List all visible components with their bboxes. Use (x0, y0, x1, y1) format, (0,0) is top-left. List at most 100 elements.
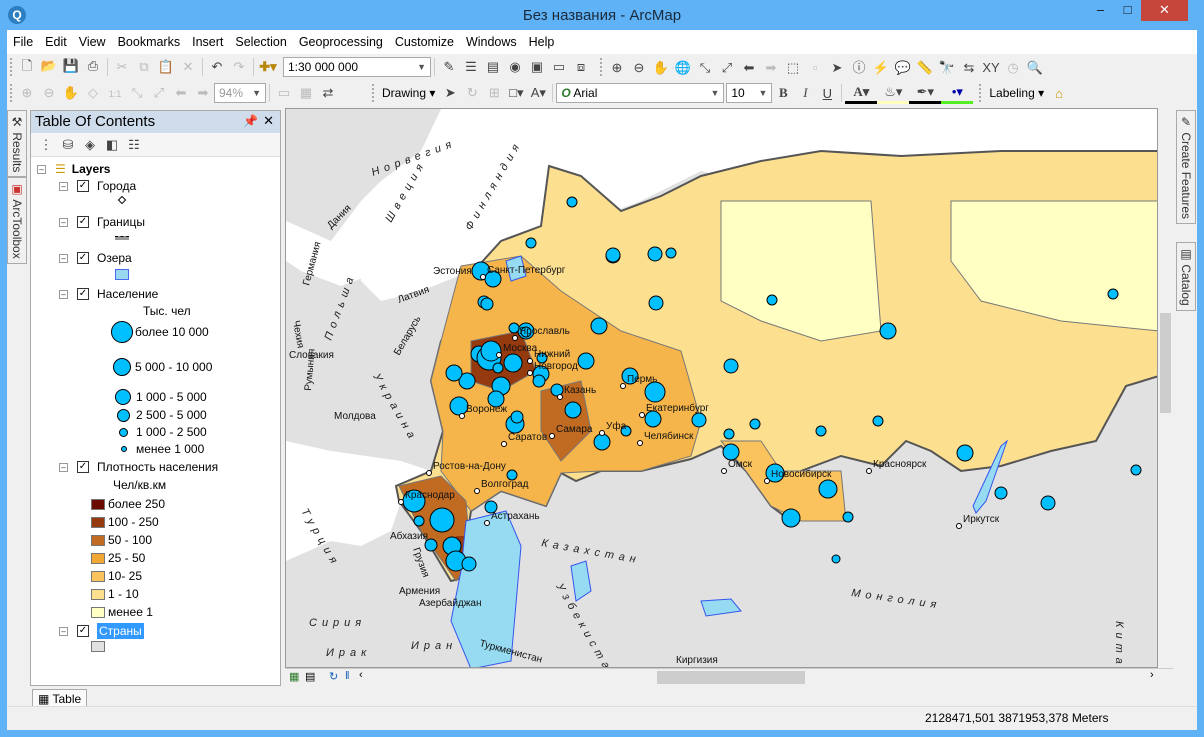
rectangle-icon[interactable]: □▾ (505, 82, 527, 104)
menu-file[interactable]: File (7, 30, 39, 49)
menu-insert[interactable]: Insert (186, 30, 229, 49)
labeling-menu[interactable]: Labeling ▾ (985, 86, 1048, 100)
layer-naselenie[interactable]: – ✓ Население (59, 287, 158, 301)
list-by-visibility-icon[interactable]: ◈ (79, 134, 101, 156)
menu-windows[interactable]: Windows (460, 30, 523, 49)
map-scale-combo[interactable]: 1:30 000 000 ▼ (283, 57, 431, 77)
font-size-combo[interactable]: 10 ▼ (726, 83, 773, 103)
layer-plotnost[interactable]: – ✓ Плотность населения (59, 460, 218, 474)
identify-icon[interactable]: ⓘ (848, 55, 870, 77)
layer-checkbox[interactable]: ✓ (77, 461, 89, 473)
scroll-left-icon[interactable]: ‹ (359, 669, 363, 681)
font-combo[interactable]: O Arial ▼ (556, 83, 725, 103)
layout-fixed-zoom-out-icon[interactable]: ⤢ (148, 82, 170, 104)
layer-checkbox[interactable]: ✓ (77, 216, 89, 228)
menu-customize[interactable]: Customize (389, 30, 460, 49)
zoom-100-icon[interactable]: 1:1 (104, 83, 126, 105)
italic-button[interactable]: I (794, 82, 816, 104)
options-icon[interactable]: ☷ (123, 134, 145, 156)
line-color-button[interactable]: ✒▾ (909, 82, 942, 104)
map-canvas[interactable]: Санкт-Петербург Ярославль МоскваНижнийНовг… (286, 109, 1158, 668)
layer-strany[interactable]: – ✓ Страны (59, 623, 144, 639)
layout-fixed-zoom-in-icon[interactable]: ⤡ (126, 82, 148, 104)
underline-button[interactable]: U (816, 82, 838, 104)
menu-selection[interactable]: Selection (229, 30, 292, 49)
layout-zoom-out-icon[interactable]: ⊖ (38, 82, 60, 104)
zoom-in-icon[interactable]: ⊕ (606, 57, 628, 79)
text-icon[interactable]: A▾ (527, 82, 549, 104)
bold-button[interactable]: B (772, 82, 794, 104)
list-by-drawing-order-icon[interactable]: ⋮ (35, 134, 57, 156)
magnifier-window-icon[interactable]: 🔍 (1024, 57, 1046, 79)
minimize-icon[interactable]: – (1087, 0, 1114, 21)
layer-checkbox[interactable]: ✓ (77, 625, 89, 637)
pin-icon[interactable]: 📌 (243, 114, 258, 128)
arctoolbox-icon[interactable]: ▣ (526, 56, 548, 78)
back-extent-icon[interactable]: ⬅ (738, 57, 760, 79)
html-popup-icon[interactable]: 💬 (892, 57, 914, 79)
label-manager-icon[interactable]: ⌂ (1048, 82, 1070, 104)
pause-drawing-icon[interactable]: ‖ (345, 670, 350, 682)
clear-selection-icon[interactable]: ▫ (804, 56, 826, 78)
layout-zoom-in-icon[interactable]: ⊕ (16, 82, 38, 104)
layout-forward-icon[interactable]: ➡ (192, 82, 214, 104)
arctoolbox-tab[interactable]: ▣ ArcToolbox (7, 177, 27, 265)
go-to-xy-icon[interactable]: XY (980, 56, 1002, 78)
fixed-zoom-out-icon[interactable]: ⤢ (716, 57, 738, 79)
select-features-icon[interactable]: ⬚ (782, 57, 804, 79)
layer-granitsy[interactable]: – ✓ Границы (59, 215, 145, 229)
scroll-right-icon[interactable]: › (1150, 669, 1154, 681)
maximize-icon[interactable]: □ (1114, 0, 1141, 21)
focus-data-frame-icon[interactable]: ▦ (295, 82, 317, 104)
python-icon[interactable]: ▭ (548, 56, 570, 78)
catalog-tab[interactable]: ▤ Catalog (1176, 242, 1196, 311)
delete-icon[interactable]: ✕ (177, 56, 199, 78)
zoom-to-selected-elements-icon[interactable]: ⊞ (483, 82, 505, 104)
print-icon[interactable]: ⎙ (82, 55, 104, 77)
fixed-zoom-in-icon[interactable]: ⤡ (694, 57, 716, 79)
full-extent-icon[interactable]: 🌐 (672, 57, 694, 79)
results-tab[interactable]: ⚒ Results (7, 110, 27, 178)
menu-bookmarks[interactable]: Bookmarks (112, 30, 187, 49)
menu-help[interactable]: Help (523, 30, 561, 49)
save-icon[interactable]: 💾 (60, 55, 82, 77)
paste-icon[interactable]: 📋 (155, 56, 177, 78)
refresh-icon[interactable]: ↻ (329, 670, 338, 683)
menu-geoprocessing[interactable]: Geoprocessing (293, 30, 389, 49)
forward-extent-icon[interactable]: ➡ (760, 57, 782, 79)
copy-icon[interactable]: ⧉ (133, 56, 155, 78)
marker-color-button[interactable]: •▾ (941, 82, 974, 104)
scroll-thumb[interactable] (1160, 313, 1171, 413)
hyperlink-icon[interactable]: ⚡ (870, 57, 892, 79)
data-view-icon[interactable]: ▦ (289, 670, 299, 683)
change-layout-icon[interactable]: ⇄ (317, 82, 339, 104)
rotate-icon[interactable]: ↻ (461, 82, 483, 104)
toggle-draft-mode-icon[interactable]: ▭ (273, 82, 295, 104)
horizontal-scroll-thumb[interactable] (657, 671, 805, 684)
table-of-contents-icon[interactable]: ☰ (460, 56, 482, 78)
close-icon[interactable]: ✕ (1141, 0, 1188, 21)
layout-view-icon[interactable]: ▤ (305, 670, 315, 683)
layer-checkbox[interactable]: ✓ (77, 288, 89, 300)
layers-root[interactable]: – ☰ Layers (37, 162, 110, 176)
layout-pan-icon[interactable]: ✋ (60, 82, 82, 104)
map-vertical-scrollbar[interactable] (1158, 108, 1173, 668)
open-icon[interactable]: 📂 (38, 55, 60, 77)
layer-checkbox[interactable]: ✓ (77, 180, 89, 192)
create-features-tab[interactable]: ✎ Create Features (1176, 110, 1196, 225)
select-elements-icon[interactable]: ➤ (439, 82, 461, 104)
select-elements-icon[interactable]: ➤ (826, 57, 848, 79)
zoom-out-icon[interactable]: ⊖ (628, 57, 650, 79)
search-window-icon[interactable]: ◉ (504, 56, 526, 78)
pan-icon[interactable]: ✋ (650, 57, 672, 79)
time-slider-icon[interactable]: ◷ (1002, 57, 1024, 79)
new-document-icon[interactable]: 🗋 (16, 57, 38, 79)
add-data-icon[interactable]: ✚▾ (257, 56, 279, 78)
list-by-selection-icon[interactable]: ◧ (101, 134, 123, 156)
find-route-icon[interactable]: ⇆ (958, 57, 980, 79)
menu-edit[interactable]: Edit (39, 30, 73, 49)
fill-color-button[interactable]: ♨▾ (877, 82, 910, 104)
map-view[interactable]: Санкт-Петербург Ярославль Москва Нижний Новг… (285, 108, 1158, 668)
drawing-menu[interactable]: Drawing ▾ (378, 86, 439, 100)
menu-view[interactable]: View (73, 30, 112, 49)
